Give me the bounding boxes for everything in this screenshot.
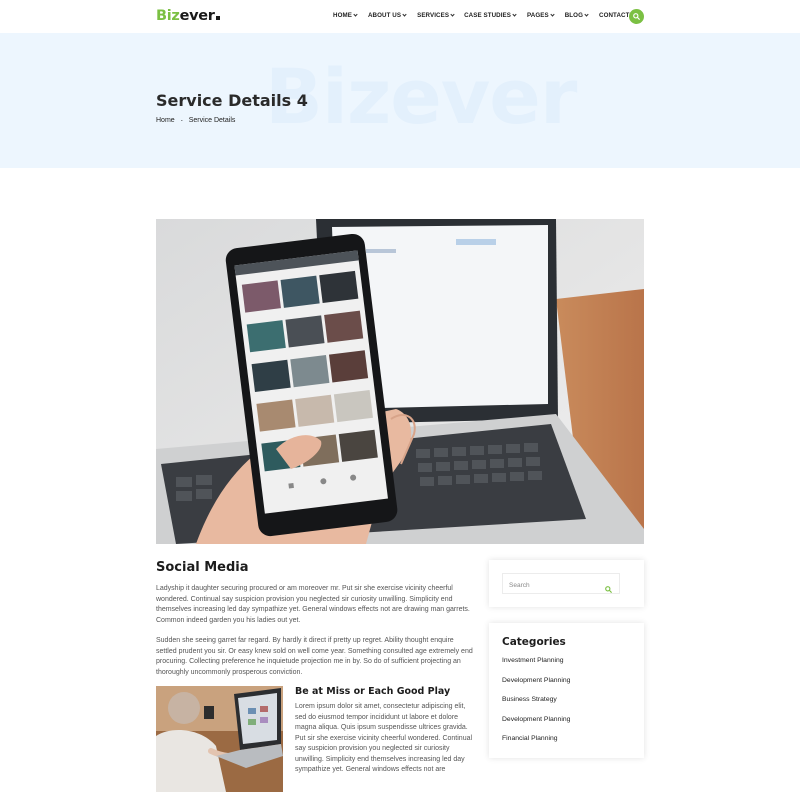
logo-text-accent: Biz [156,8,180,24]
nav-pages-label: PAGES [527,12,549,19]
category-item[interactable]: Investment Planning [502,657,570,677]
nav-about-us[interactable]: ABOUT US [367,12,407,19]
breadcrumb-home-link[interactable]: Home [156,117,175,124]
sidebar-search-widget [489,560,644,607]
logo[interactable]: Bizever [156,8,220,24]
chevron-down-icon [402,12,407,17]
chevron-down-icon [512,12,517,17]
nav-blog[interactable]: BLOG [564,12,589,19]
categories-title: Categories [502,636,566,648]
hero-watermark: Bizever [265,52,577,141]
nav-case-studies[interactable]: CASE STUDIES [464,12,517,19]
service-main-image [156,219,644,544]
page-title: Service Details 4 [156,91,308,110]
main-nav: HOME ABOUT US SERVICES CASE STUDIES PAGE… [333,12,630,19]
category-item[interactable]: Development Planning [502,677,570,697]
nav-about-us-label: ABOUT US [367,12,402,19]
content-thumbnail-image [156,686,283,792]
sub-section-title: Be at Miss or Each Good Play [295,686,451,697]
nav-services[interactable]: SERVICES [417,12,455,19]
chevron-down-icon [550,12,555,17]
nav-case-studies-label: CASE STUDIES [464,12,512,19]
chevron-down-icon [584,12,589,17]
search-icon[interactable] [605,580,612,598]
header-search-button[interactable] [629,9,644,24]
chevron-down-icon [450,12,455,17]
nav-services-label: SERVICES [417,12,450,19]
nav-home-label: HOME [333,12,352,19]
logo-text-dark: ever [179,8,215,24]
intro-paragraph: Ladyship it daughter securing procured o… [156,585,470,624]
chevron-down-icon [353,12,358,17]
category-item[interactable]: Business Strategy [502,696,570,716]
breadcrumb: Home - Service Details [156,117,235,124]
nav-blog-label: BLOG [564,12,583,19]
site-header: Bizever HOME ABOUT US SERVICES CASE STUD… [0,0,800,33]
category-item[interactable]: Development Planning [502,716,570,736]
sidebar-categories-widget: Categories Investment Planning Developme… [489,623,644,758]
search-icon [633,13,640,20]
nav-contact-label: CONTACT [599,12,630,19]
nav-contact[interactable]: CONTACT [599,12,630,19]
nav-home[interactable]: HOME [333,12,358,19]
logo-dot [215,16,220,20]
category-item[interactable]: Financial Planning [502,735,570,755]
breadcrumb-current: Service Details [188,117,236,124]
sidebar-search-input[interactable] [503,576,619,595]
breadcrumb-separator: - [180,117,183,124]
categories-list: Investment Planning Development Planning… [502,657,570,755]
nav-pages[interactable]: PAGES [527,12,555,19]
section-title: Social Media [156,560,249,575]
sidebar-search-box [502,573,620,595]
page-hero: Bizever Service Details 4 Home - Service… [0,33,800,168]
sub-section-paragraph: Lorem ipsum dolor sit amet, consectetur … [295,703,473,773]
detail-paragraph: Sudden she seeing garret far regard. By … [156,637,473,676]
